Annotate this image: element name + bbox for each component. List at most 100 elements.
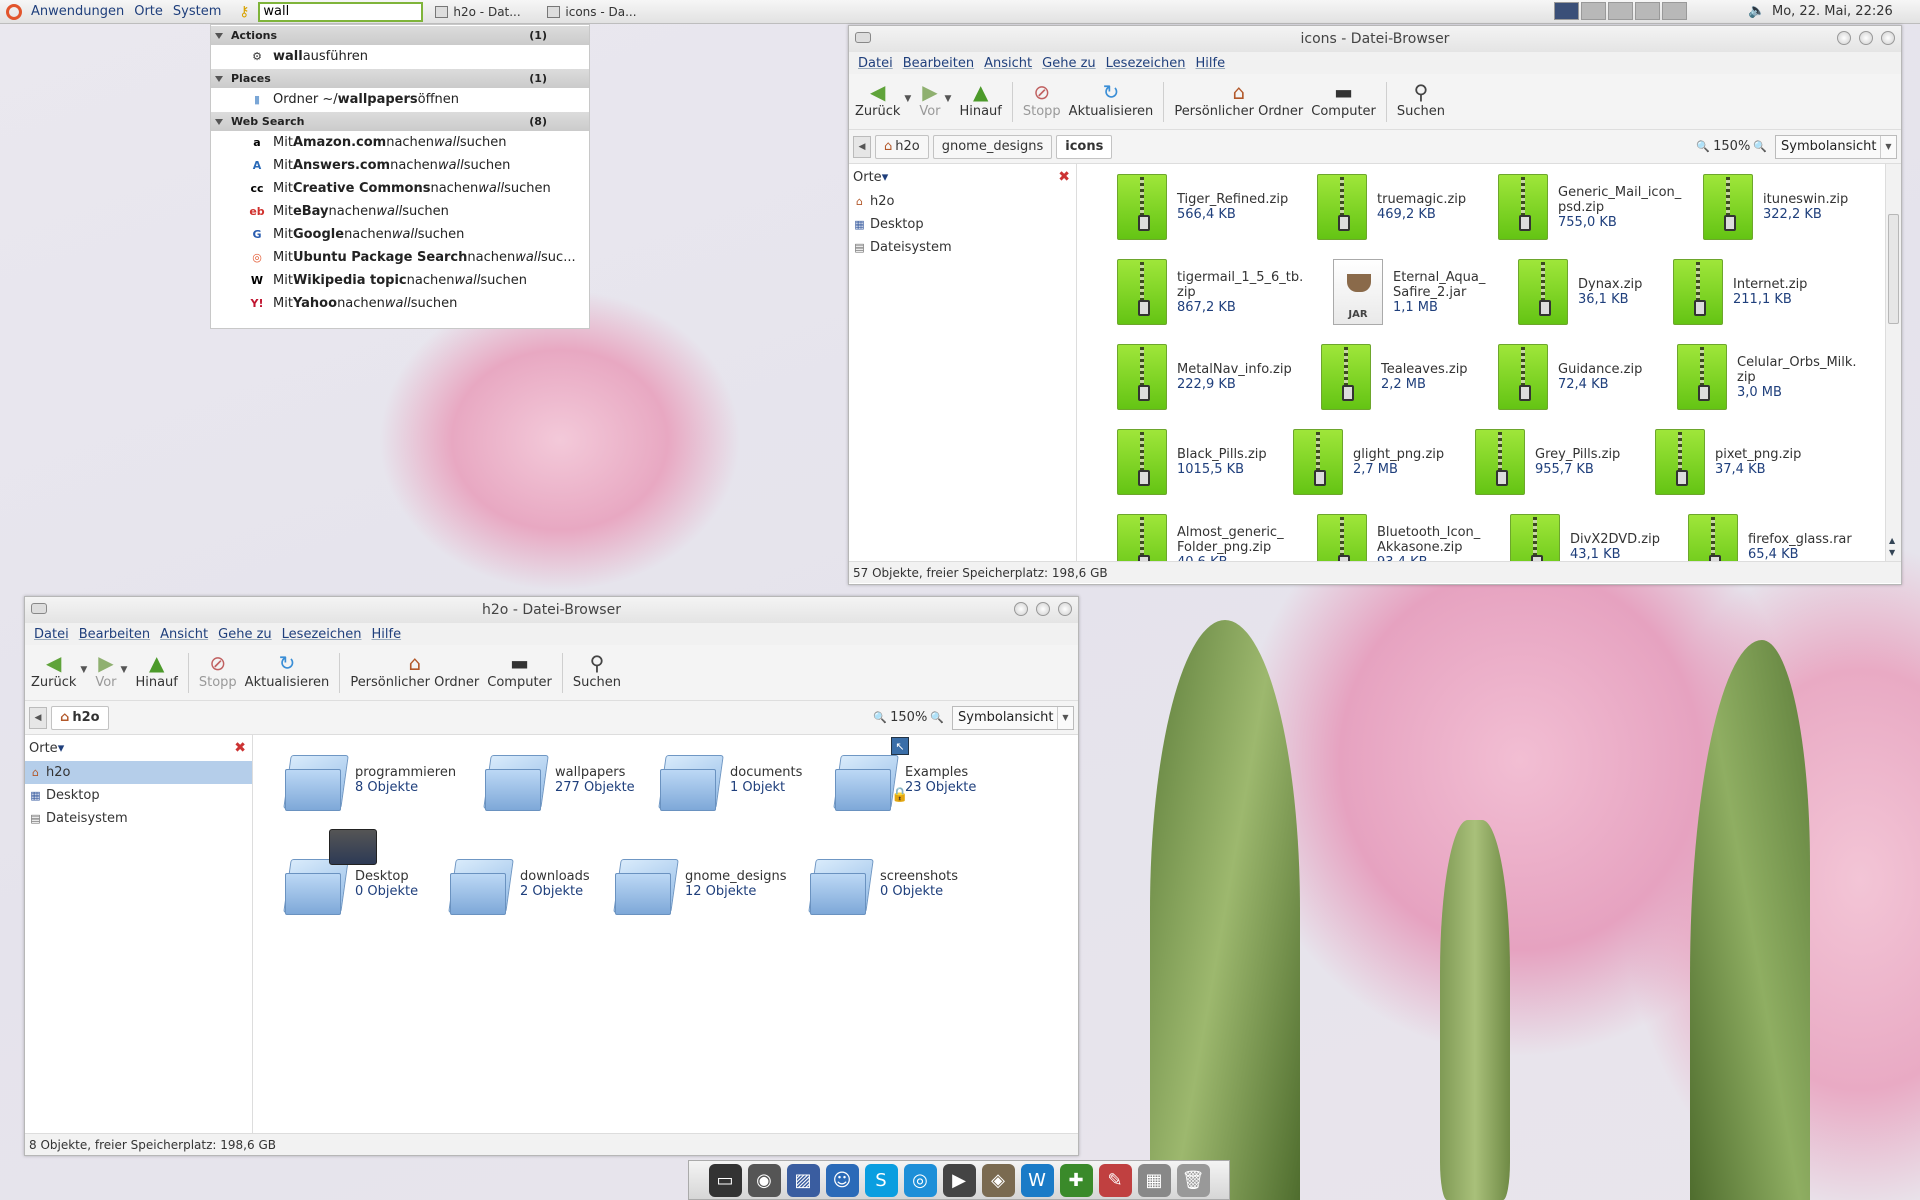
minimize-button[interactable] (1837, 31, 1851, 45)
sidebar-item-desktop[interactable]: ▦ Desktop (25, 784, 252, 807)
calculator-icon[interactable]: ▦ (1137, 1163, 1171, 1197)
gimp-icon[interactable]: ◈ (981, 1163, 1015, 1197)
menu-datei[interactable]: Datei (29, 627, 74, 642)
menu-lesezeichen[interactable]: Lesezeichen (277, 627, 367, 642)
ubuntu-logo-icon[interactable] (6, 3, 22, 20)
launcher-result-item[interactable]: a Mit Amazon.com nachen wall suchen (211, 131, 589, 154)
launcher-result-item[interactable]: W Mit Wikipedia topic nachen wall suchen (211, 269, 589, 292)
key-search-icon[interactable]: ⚷ (230, 3, 258, 21)
launcher-result-item[interactable]: Y! Mit Yahoo nachen wall suchen (211, 292, 589, 315)
collapse-triangle-icon[interactable] (215, 75, 223, 82)
folder-item[interactable]: downloads 2 Objekte (448, 851, 590, 917)
window-menu-icon[interactable] (855, 32, 871, 43)
file-item[interactable]: JAR Eternal_Aqua_ Safire_2.jar 1,1 MB (1333, 259, 1485, 325)
search-button[interactable]: ⚲ Suchen (569, 651, 625, 697)
chevron-down-icon[interactable]: ▾ (58, 741, 65, 756)
menu-gehe-zu[interactable]: Gehe zu (213, 627, 277, 642)
file-item[interactable]: Generic_Mail_icon_ psd.zip 755,0 KB (1498, 174, 1681, 240)
menu-ansicht[interactable]: Ansicht (979, 56, 1037, 71)
zoom-in-icon[interactable]: 🔍 (930, 711, 944, 724)
stop-button[interactable]: ⊘ Stopp (195, 651, 241, 697)
file-item[interactable]: ituneswin.zip 322,2 KB (1703, 174, 1848, 240)
sidebar-item-dateisystem[interactable]: ▤ Dateisystem (849, 236, 1076, 259)
maximize-button[interactable] (1036, 602, 1050, 616)
view-mode-select[interactable]: Symbolansicht ▼ (952, 705, 1074, 730)
home-button[interactable]: ⌂ Persönlicher Ordner (1170, 80, 1307, 126)
menu-lesezeichen[interactable]: Lesezeichen (1101, 56, 1191, 71)
minimize-button[interactable] (1014, 602, 1028, 616)
file-item[interactable]: Black_Pills.zip 1015,5 KB (1117, 429, 1267, 495)
folder-item[interactable]: documents 1 Objekt (658, 747, 802, 813)
workspace-4[interactable] (1635, 2, 1660, 20)
close-button[interactable] (1881, 31, 1895, 45)
window-titlebar[interactable]: icons - Datei-Browser (849, 26, 1901, 52)
file-item[interactable]: Tiger_Refined.zip 566,4 KB (1117, 174, 1288, 240)
back-button[interactable]: ◀ Zurück (851, 80, 904, 126)
scroll-down-icon[interactable]: ▼ (1889, 548, 1895, 557)
menu-applications[interactable]: Anwendungen (26, 4, 129, 19)
folder-item[interactable]: Desktop 0 Objekte (283, 829, 418, 917)
folder-item[interactable]: gnome_designs 12 Objekte (613, 851, 787, 917)
vertical-scrollbar[interactable]: ▲ ▼ (1885, 164, 1901, 561)
launcher-result-item[interactable]: ▮ Ordner ~/wallpapers öffnen (211, 88, 589, 111)
view-mode-select[interactable]: Symbolansicht ▼ (1775, 134, 1897, 159)
up-button[interactable]: ▲ Hinauf (955, 80, 1005, 126)
sidebar-item-h2o[interactable]: ⌂ h2o (849, 190, 1076, 213)
computer-button[interactable]: ▬ Computer (483, 651, 556, 697)
breadcrumb-gnome-designs[interactable]: gnome_designs (932, 134, 1053, 159)
file-item[interactable]: Guidance.zip 72,4 KB (1498, 344, 1642, 410)
launcher-result-item[interactable]: cc Mit Creative Commons nachen wall suche… (211, 177, 589, 200)
forward-history-dropdown-icon[interactable]: ▼ (945, 94, 952, 104)
launcher-result-item[interactable]: ◎ Mit Ubuntu Package Search nachen wall s… (211, 246, 589, 269)
menu-ansicht[interactable]: Ansicht (155, 627, 213, 642)
home-button[interactable]: ⌂ Persönlicher Ordner (346, 651, 483, 697)
forward-button[interactable]: ▶ Vor (915, 80, 944, 126)
breadcrumb-icons[interactable]: icons (1056, 134, 1113, 159)
file-item[interactable]: truemagic.zip 469,2 KB (1317, 174, 1466, 240)
sidebar-item-h2o[interactable]: ⌂ h2o (25, 761, 252, 784)
menu-datei[interactable]: Datei (853, 56, 898, 71)
folder-item[interactable]: programmieren 8 Objekte (283, 747, 456, 813)
section-header[interactable]: Web Search (8) (211, 111, 589, 131)
terminal-icon[interactable]: ▭ (708, 1163, 742, 1197)
video-editor-icon[interactable]: ▶ (942, 1163, 976, 1197)
collapse-triangle-icon[interactable] (215, 118, 223, 125)
side-pane-header[interactable]: Orte ▾ ✖ (25, 735, 252, 761)
folder-item[interactable]: ↖ 🔒 Examples 23 Objekte (833, 737, 976, 813)
menu-gehe-zu[interactable]: Gehe zu (1037, 56, 1101, 71)
side-pane-header[interactable]: Orte ▾ ✖ (849, 164, 1076, 190)
webcam-icon[interactable]: ◉ (747, 1163, 781, 1197)
file-item[interactable]: pixet_png.zip 37,4 KB (1655, 429, 1801, 495)
launcher-search-input[interactable] (258, 1, 424, 22)
volume-icon[interactable]: 🔈 (1748, 3, 1765, 19)
messenger-icon[interactable]: ☺ (825, 1163, 859, 1197)
writer-icon[interactable]: W (1020, 1163, 1054, 1197)
back-history-dropdown-icon[interactable]: ▼ (80, 665, 87, 675)
sidebar-item-dateisystem[interactable]: ▤ Dateisystem (25, 807, 252, 830)
workspace-1[interactable] (1554, 2, 1579, 20)
media-player-icon[interactable]: ◎ (903, 1163, 937, 1197)
breadcrumb-h2o[interactable]: ⌂ h2o (51, 705, 109, 730)
up-button[interactable]: ▲ Hinauf (131, 651, 181, 697)
file-item[interactable]: glight_png.zip 2,7 MB (1293, 429, 1444, 495)
zoom-out-icon[interactable]: 🔍 (1696, 140, 1710, 153)
image-viewer-icon[interactable]: ▨ (786, 1163, 820, 1197)
scroll-up-icon[interactable]: ▲ (1889, 536, 1895, 545)
stop-button[interactable]: ⊘ Stopp (1019, 80, 1065, 126)
taskbar-item-icons[interactable]: icons - Da... (547, 1, 647, 23)
close-pane-icon[interactable]: ✖ (234, 740, 246, 756)
path-scroll-left-button[interactable]: ◀ (29, 706, 47, 729)
maximize-button[interactable] (1859, 31, 1873, 45)
forward-button[interactable]: ▶ Vor (91, 651, 120, 697)
file-item[interactable]: Dynax.zip 36,1 KB (1518, 259, 1642, 325)
reload-button[interactable]: ↻ Aktualisieren (1065, 80, 1158, 126)
back-history-dropdown-icon[interactable]: ▼ (904, 94, 911, 104)
network-icon[interactable]: ✚ (1059, 1163, 1093, 1197)
menu-system[interactable]: System (168, 4, 226, 19)
search-button[interactable]: ⚲ Suchen (1393, 80, 1449, 126)
menu-hilfe[interactable]: Hilfe (1191, 56, 1231, 71)
launcher-result-item[interactable]: ⚙ wall ausführen (211, 45, 589, 68)
pen-icon[interactable]: ✎ (1098, 1163, 1132, 1197)
file-item[interactable]: Almost_generic_ Folder_png.zip40,6 KB (1117, 514, 1284, 561)
breadcrumb-h2o[interactable]: ⌂ h2o (875, 134, 929, 159)
